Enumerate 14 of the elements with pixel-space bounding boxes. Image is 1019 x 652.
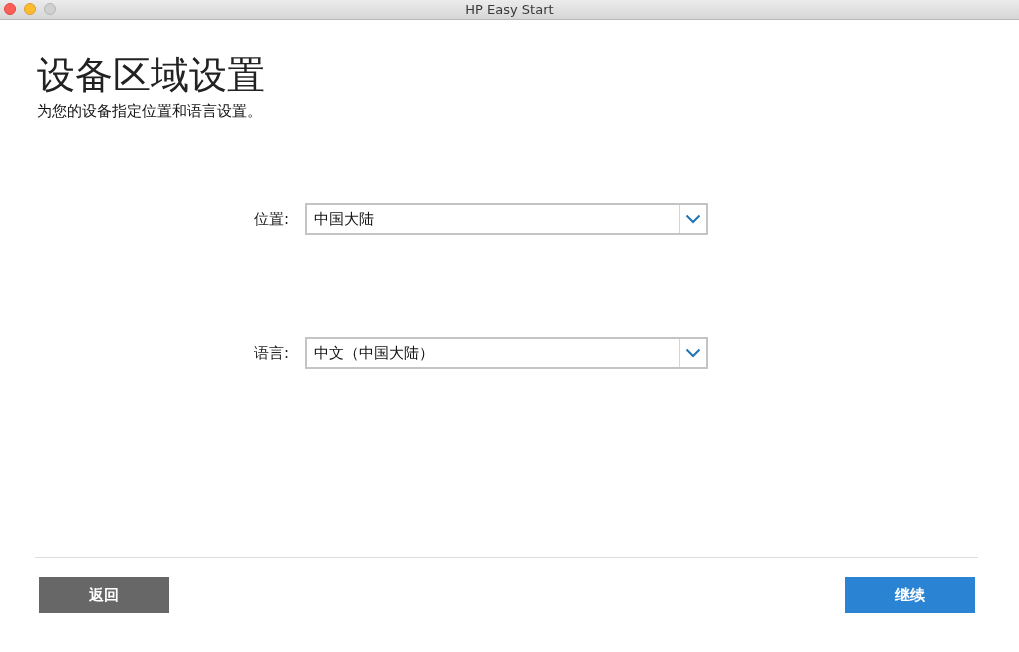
chevron-down-icon (685, 214, 701, 224)
footer-button[interactable]: 继续 (845, 577, 975, 613)
close-icon[interactable] (4, 3, 16, 15)
field-label: 位置: (254, 209, 291, 229)
dropdown-field[interactable]: 中文（中国大陆） (305, 337, 708, 369)
window-title: HP Easy Start (465, 2, 554, 17)
zoom-icon[interactable] (44, 3, 56, 15)
page-heading: 设备区域设置 (37, 52, 266, 98)
dropdown-field[interactable]: 中国大陆 (305, 203, 708, 235)
chevron-down-icon (685, 348, 701, 358)
footer-button[interactable]: 返回 (39, 577, 169, 613)
field-label: 语言: (254, 343, 291, 363)
minimize-icon[interactable] (24, 3, 36, 15)
page-subtitle: 为您的设备指定位置和语言设置。 (37, 102, 263, 121)
